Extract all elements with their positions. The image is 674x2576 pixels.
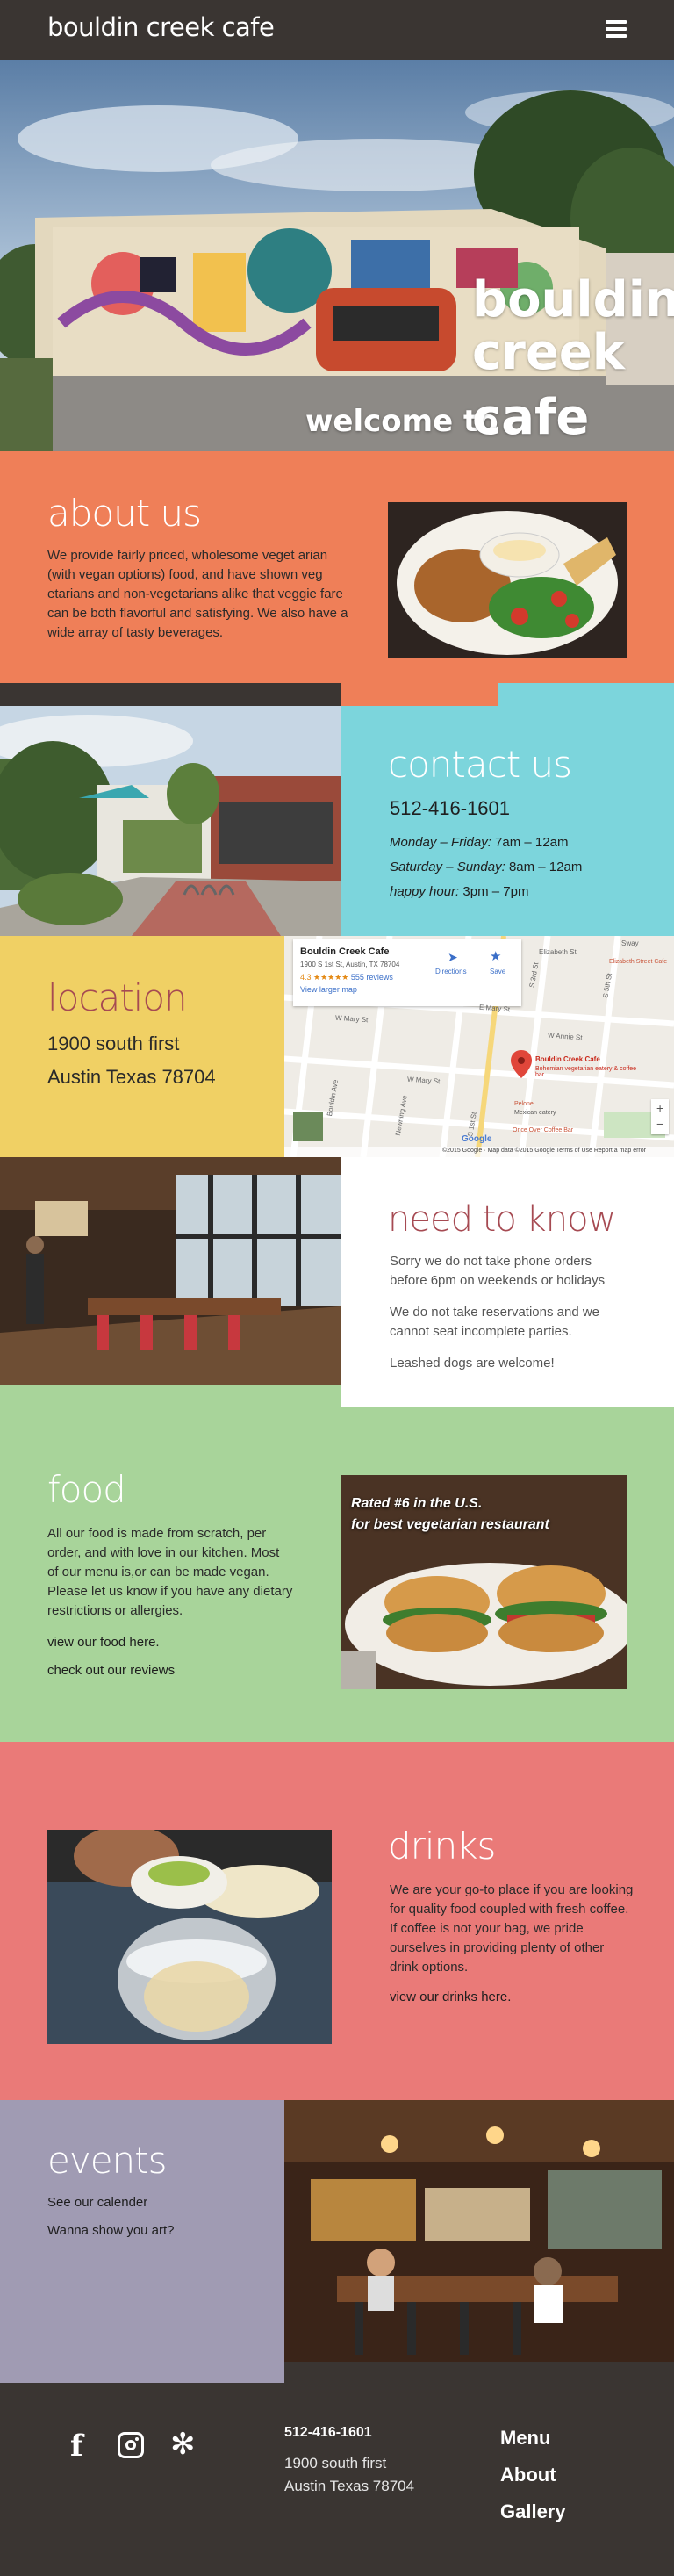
footer-nav-about[interactable]: About — [500, 2464, 556, 2486]
view-larger-map-link[interactable]: View larger map — [300, 985, 357, 994]
map-rating: 4.3 ★★★★★ 555 reviews — [300, 973, 393, 982]
contact-title: contact us — [388, 743, 572, 786]
drinks-photo — [47, 1830, 332, 2044]
food-title: food — [47, 1468, 126, 1511]
street-label: Sway — [621, 939, 639, 947]
rating-stars: ★★★★★ — [313, 973, 349, 982]
hours-days: Saturday – Sunday: — [390, 860, 506, 874]
contact-building-photo — [0, 706, 341, 936]
poi-label: Mexican eatery — [514, 1110, 556, 1116]
hours-days: Monday – Friday: — [390, 835, 491, 850]
about-title: about us — [47, 492, 202, 535]
poi-label: Elizabeth Street Cafe — [609, 959, 668, 965]
hours-row: happy hour: 3pm – 7pm — [390, 880, 582, 904]
footer-address-line1: 1900 south first — [284, 2455, 387, 2472]
hero-title-cafe: cafe — [472, 389, 590, 446]
hours-row: Saturday – Sunday: 8am – 12am — [390, 855, 582, 880]
hours-row: Monday – Friday: 7am – 12am — [390, 831, 582, 855]
directions-icon[interactable]: ➤ — [448, 950, 458, 965]
need-to-know-overlap — [341, 1385, 674, 1407]
reviews-link[interactable]: check out our reviews — [47, 1663, 175, 1678]
hours-time: 3pm – 7pm — [462, 884, 529, 899]
map-directions-button[interactable]: Directions — [435, 968, 467, 975]
drinks-text: We are your go-to place if you are looki… — [390, 1882, 634, 1975]
food-award-line2: for best vegetarian restaurant — [351, 1517, 549, 1532]
google-logo: Google — [462, 1134, 492, 1144]
hero-title-creek: creek — [472, 324, 626, 381]
view-drinks-link[interactable]: view our drinks here. — [390, 1990, 511, 2004]
map-footer-text[interactable]: ©2015 Google · Map data ©2015 Google Ter… — [442, 1148, 646, 1154]
hamburger-icon[interactable] — [606, 20, 627, 38]
contact-phone[interactable]: 512-416-1601 — [390, 797, 510, 820]
footer-phone[interactable]: 512-416-1601 — [284, 2425, 372, 2441]
hero-welcome: welcome to — [305, 404, 498, 439]
hours-days: happy hour: — [390, 884, 460, 899]
calendar-link[interactable]: See our calender — [47, 2195, 147, 2210]
street-label: Elizabeth St — [539, 948, 577, 956]
events-title: events — [47, 2139, 168, 2182]
footer-nav-gallery[interactable]: Gallery — [500, 2500, 566, 2523]
contact-hours: Monday – Friday: 7am – 12am Saturday – S… — [390, 831, 582, 904]
map-card-address: 1900 S 1st St, Austin, TX 78704 — [300, 961, 400, 968]
about-food-photo — [388, 502, 627, 658]
zoom-in-button[interactable]: + — [656, 1101, 663, 1115]
need-to-know-p1: Sorry we do not take phone orders before… — [390, 1254, 606, 1288]
show-art-link[interactable]: Wanna show you art? — [47, 2223, 175, 2238]
map-pin-label: Bouldin Creek Cafe — [535, 1055, 600, 1063]
footer-address-line2: Austin Texas 78704 — [284, 2478, 415, 2494]
instagram-icon[interactable] — [118, 2432, 144, 2458]
hours-time: 7am – 12am — [495, 835, 569, 850]
hours-time: 8am – 12am — [508, 860, 583, 874]
map-card-title: Bouldin Creek Cafe — [300, 946, 390, 957]
poi-label: Pelone — [514, 1101, 534, 1107]
about-text: We provide fairly priced, wholesome vege… — [47, 548, 348, 640]
site-logo[interactable]: bouldin creek cafe — [47, 12, 275, 42]
footer-nav-menu[interactable]: Menu — [500, 2427, 550, 2450]
need-to-know-title: need to know — [388, 1199, 616, 1240]
poi-label: Once Over Coffee Bar — [513, 1127, 574, 1133]
location-title: location — [47, 976, 188, 1019]
map-reviews-link[interactable]: 555 reviews — [351, 973, 393, 982]
zoom-out-button[interactable]: − — [656, 1117, 663, 1131]
map-save-button[interactable]: Save — [490, 968, 506, 975]
footer-tab — [284, 2362, 674, 2383]
view-food-link[interactable]: view our food here. — [47, 1635, 160, 1650]
need-to-know-p3: Leashed dogs are welcome! — [390, 1356, 555, 1371]
facebook-icon[interactable]: f — [70, 2428, 83, 2464]
need-to-know-p2: We do not take reservations and we canno… — [390, 1305, 600, 1339]
hero-title-bouldin: bouldin — [472, 271, 674, 328]
map-pin-sublabel: Bohemian vegetarian eatery & coffee bar — [535, 1066, 637, 1078]
location-address-line2: Austin Texas 78704 — [47, 1066, 216, 1088]
drinks-title: drinks — [388, 1824, 496, 1867]
food-award-line1: Rated #6 in the U.S. — [351, 1496, 483, 1511]
food-text: All our food is made from scratch, per o… — [47, 1526, 293, 1618]
interior-photo — [0, 1157, 341, 1385]
star-icon[interactable]: ★ — [490, 948, 501, 964]
yelp-icon[interactable]: ✻ — [170, 2427, 196, 2462]
google-map[interactable]: Bouldin Creek Cafe 1900 S 1st St, Austin… — [284, 936, 674, 1157]
map-rating-value: 4.3 — [300, 973, 312, 982]
about-overlap — [341, 683, 498, 706]
events-photo — [284, 2100, 674, 2362]
location-address-line1: 1900 south first — [47, 1033, 180, 1054]
